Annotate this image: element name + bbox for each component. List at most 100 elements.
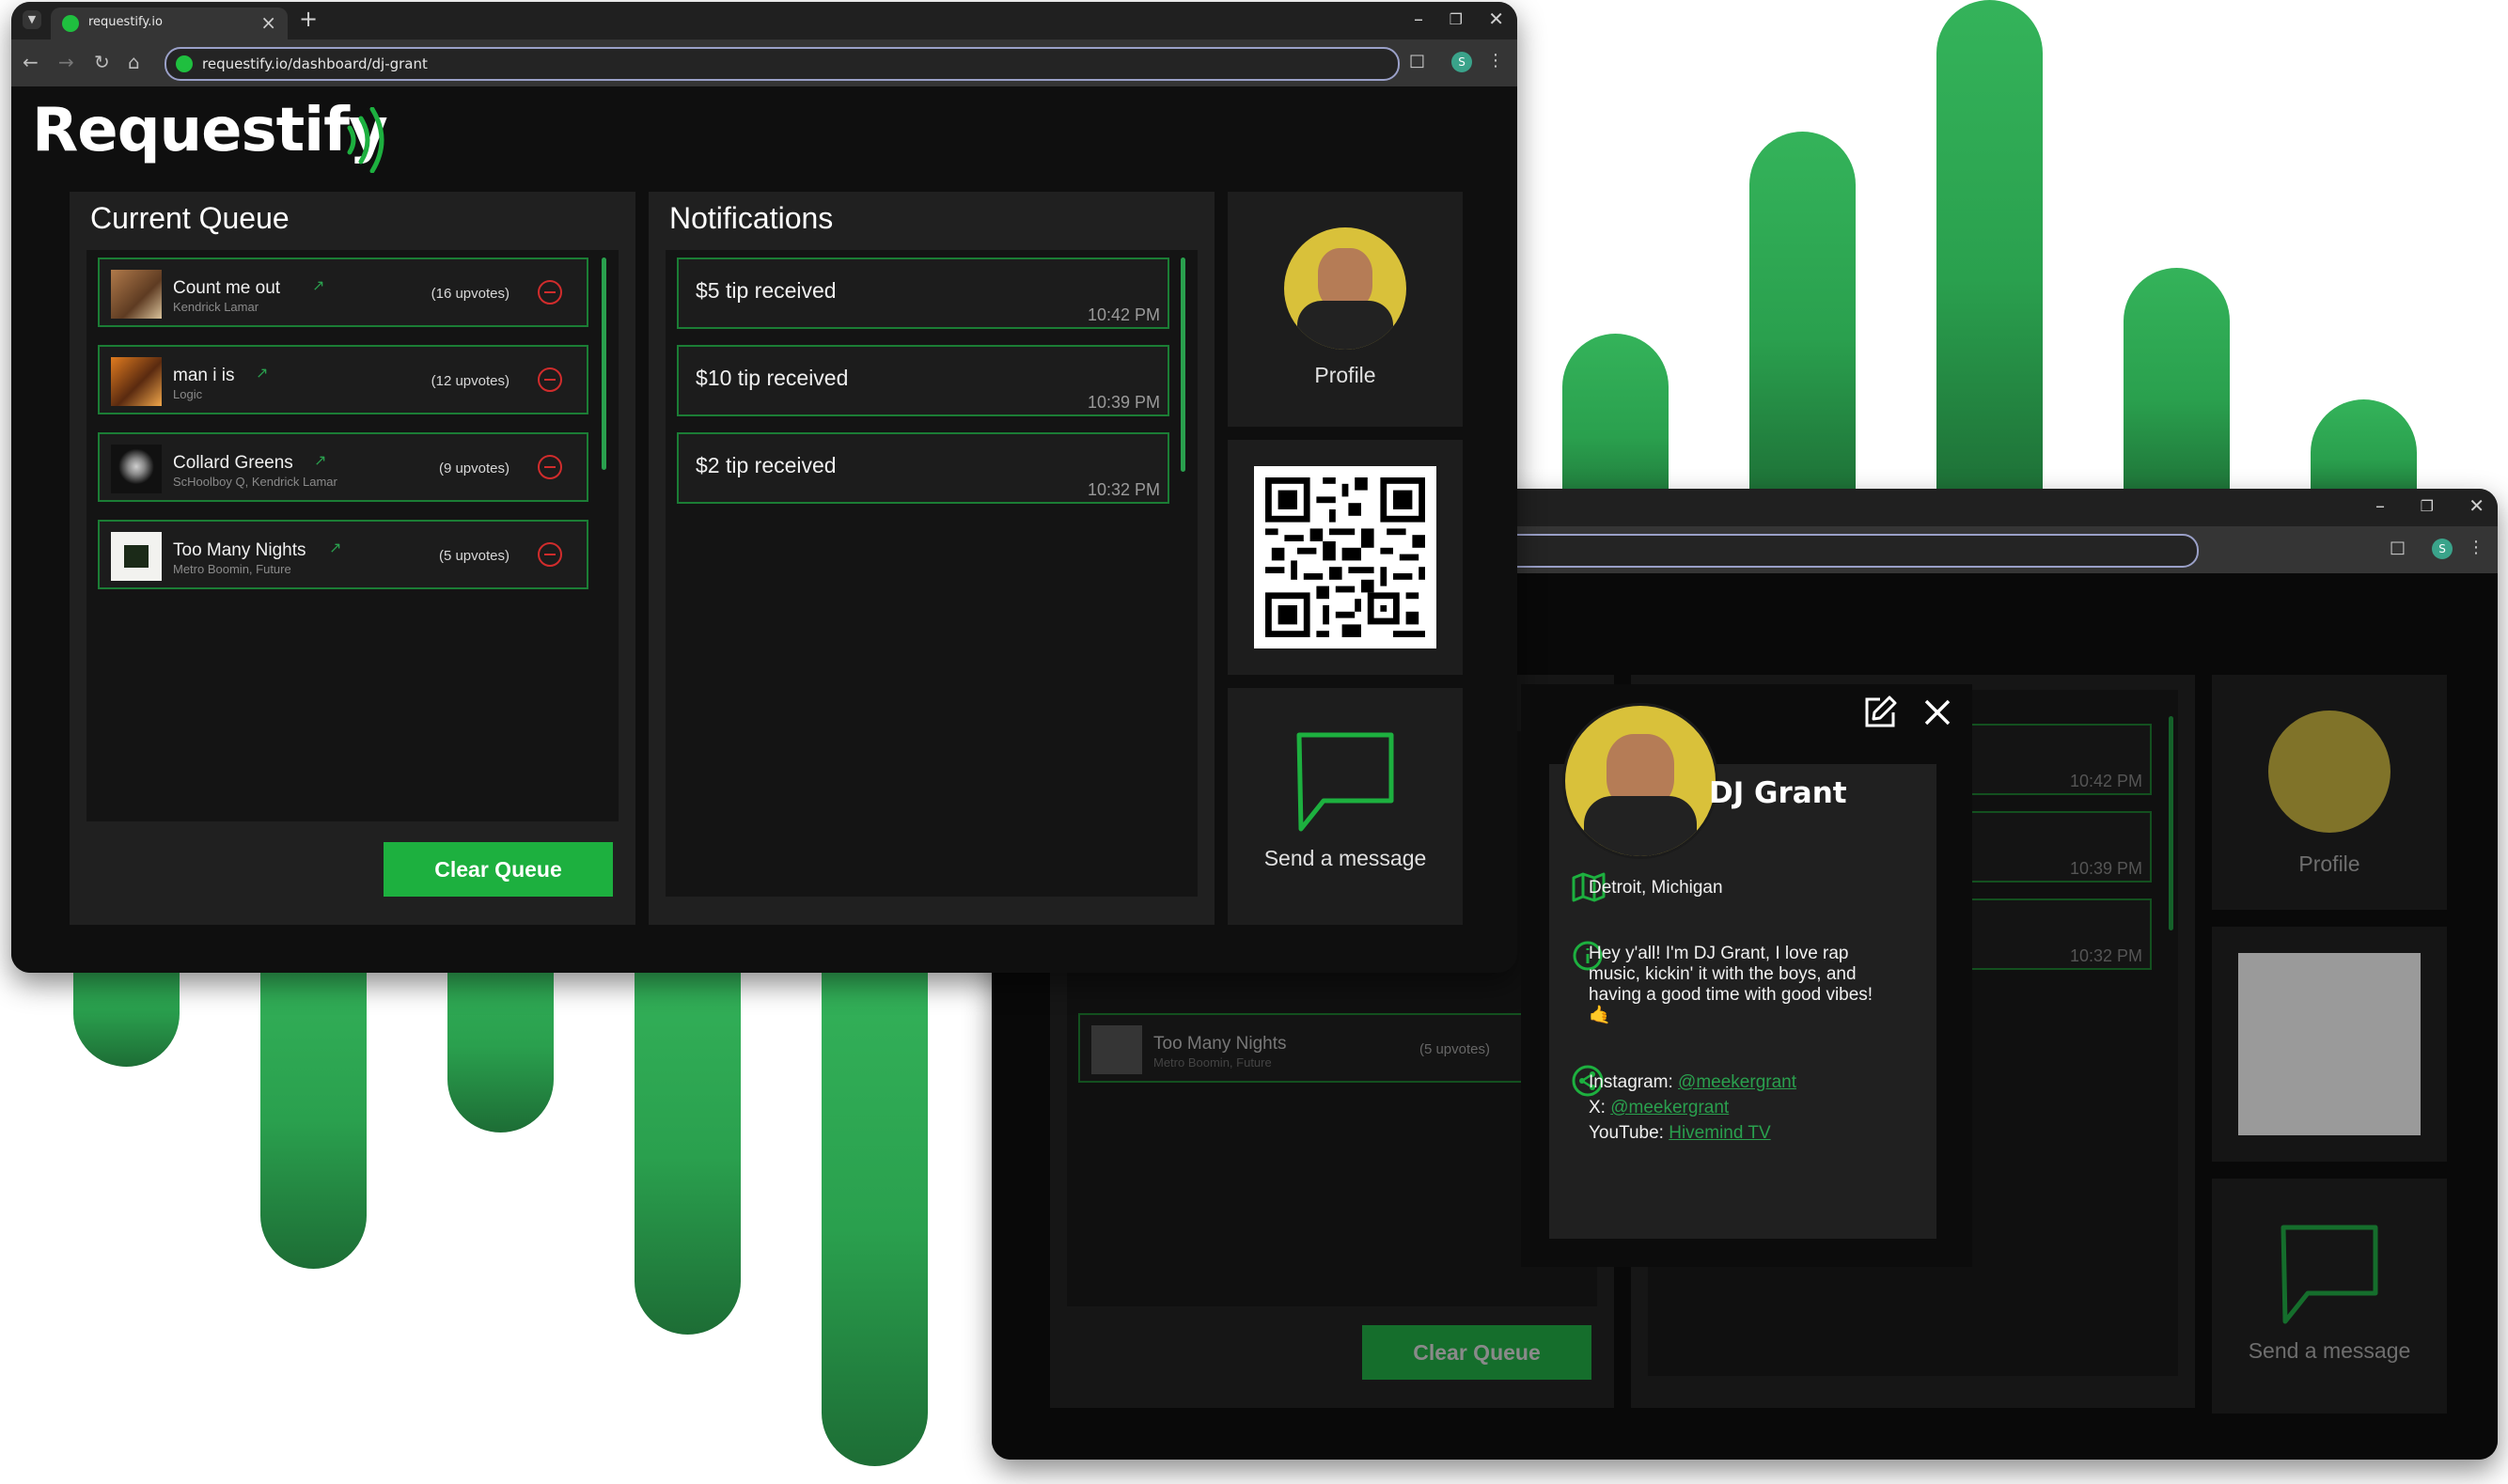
close-icon[interactable]: ✕ — [1488, 8, 1504, 30]
minimize-icon[interactable]: – — [2375, 494, 2385, 517]
remove-icon[interactable] — [538, 280, 562, 305]
clear-queue-button[interactable]: Clear Queue — [384, 842, 613, 897]
scrollbar[interactable] — [602, 258, 606, 470]
home-icon[interactable]: ⌂ — [128, 51, 140, 73]
notification-text: $5 tip received — [696, 278, 837, 303]
external-link-icon[interactable]: ↗ — [256, 364, 268, 382]
decorative-bar — [822, 940, 928, 1466]
profile-avatar-icon[interactable]: S — [1451, 52, 1472, 72]
send-message-card[interactable]: Send a message — [1228, 688, 1463, 925]
tab-strip: ▼ requestify.io × + – ❐ ✕ — [11, 2, 1517, 39]
restore-icon[interactable]: ❐ — [1450, 10, 1463, 28]
qr-card[interactable] — [1228, 440, 1463, 675]
toolbar: ← → ↻ ⌂ requestify.io/dashboard/dj-grant… — [11, 39, 1517, 86]
close-tab-icon[interactable]: × — [260, 11, 276, 34]
upvote-count: (9 upvotes) — [438, 461, 509, 476]
profile-card[interactable]: Profile — [1228, 192, 1463, 427]
upvote-count: (5 upvotes) — [438, 548, 509, 564]
dashboard-page: Requestify Current Queue Count me out Ke… — [11, 86, 1517, 973]
song-title: Collard Greens — [173, 453, 293, 473]
close-icon[interactable] — [1922, 697, 1952, 727]
profile-avatar-icon[interactable]: S — [2432, 539, 2453, 559]
album-art — [111, 445, 162, 493]
scrollbar[interactable] — [1181, 258, 1185, 472]
profile-modal: DJ Grant Detroit, Michigan Hey y'all! I'… — [1521, 684, 1972, 1267]
album-art — [111, 532, 162, 581]
edit-icon[interactable] — [1861, 694, 1899, 731]
x-link[interactable]: @meekergrant — [1610, 1098, 1729, 1117]
tab-title: requestify.io — [88, 15, 163, 29]
plus-icon[interactable]: + — [299, 6, 318, 32]
external-link-icon[interactable]: ↗ — [329, 539, 341, 556]
instagram-link[interactable]: @meekergrant — [1678, 1072, 1796, 1092]
external-link-icon[interactable]: ↗ — [312, 276, 324, 294]
notifications-title: Notifications — [669, 201, 834, 235]
notification-time: 10:42 PM — [1087, 305, 1160, 324]
site-favicon-icon — [62, 15, 79, 32]
forward-icon[interactable]: → — [58, 51, 74, 73]
extensions-icon[interactable]: □ — [2390, 538, 2406, 557]
remove-icon[interactable] — [538, 367, 562, 392]
song-artist: Metro Boomin, Future — [1153, 1055, 1272, 1070]
notification-text: $2 tip received — [696, 453, 837, 477]
menu-icon[interactable]: ⋮ — [1487, 51, 1504, 70]
notifications-panel: Notifications $5 tip received 10:42 PM $… — [649, 192, 1215, 925]
extensions-icon[interactable]: □ — [1409, 51, 1425, 70]
location-text: Detroit, Michigan — [1589, 878, 1723, 898]
song-artist: ScHoolboy Q, Kendrick Lamar — [173, 475, 337, 489]
song-artist: Logic — [173, 387, 203, 401]
back-icon[interactable]: ← — [23, 51, 39, 73]
queue-item[interactable]: Too Many Nights Metro Boomin, Future ↗ (… — [98, 520, 588, 589]
notification-time: 10:32 PM — [2069, 946, 2142, 965]
profile-card[interactable]: Profile — [2212, 675, 2447, 910]
queue-item[interactable]: Count me out Kendrick Lamar ↗ (16 upvote… — [98, 258, 588, 327]
queue-item[interactable]: Collard Greens ScHoolboy Q, Kendrick Lam… — [98, 432, 588, 502]
notification-item: $2 tip received 10:32 PM — [677, 432, 1169, 504]
clear-queue-button[interactable]: Clear Queue — [1362, 1325, 1591, 1380]
qr-card[interactable] — [2212, 927, 2447, 1162]
instagram-label: Instagram: — [1589, 1072, 1673, 1092]
qr-code — [1254, 466, 1436, 648]
remove-icon[interactable] — [538, 542, 562, 567]
tab-menu-icon[interactable]: ▼ — [23, 10, 41, 29]
reload-icon[interactable]: ↻ — [94, 51, 110, 73]
external-link-icon[interactable]: ↗ — [314, 451, 326, 469]
album-art — [1091, 1025, 1142, 1074]
notification-text: $10 tip received — [696, 366, 849, 390]
song-artist: Metro Boomin, Future — [173, 562, 291, 576]
restore-icon[interactable]: ❐ — [2421, 497, 2434, 515]
scrollbar[interactable] — [2169, 716, 2173, 930]
decorative-bar — [1749, 132, 1856, 508]
queue-item[interactable]: man i is Logic ↗ (12 upvotes) — [98, 345, 588, 414]
avatar-shirt — [1297, 301, 1393, 350]
menu-icon[interactable]: ⋮ — [2468, 538, 2484, 557]
queue-title: Current Queue — [90, 201, 290, 235]
notification-time: 10:32 PM — [1087, 480, 1160, 499]
address-bar[interactable]: requestify.io/dashboard/dj-grant — [165, 47, 1400, 81]
queue-list: Count me out Kendrick Lamar ↗ (16 upvote… — [86, 250, 619, 821]
close-icon[interactable]: ✕ — [2469, 494, 2484, 517]
dj-name: DJ Grant — [1709, 776, 1847, 810]
qr-code — [2238, 953, 2421, 1135]
notification-time: 10:39 PM — [1087, 393, 1160, 412]
song-title: Too Many Nights — [1153, 1034, 1287, 1054]
chat-bubble-icon — [2281, 1225, 2378, 1324]
remove-icon[interactable] — [538, 455, 562, 479]
song-artist: Kendrick Lamar — [173, 300, 259, 314]
notification-list: $5 tip received 10:42 PM $10 tip receive… — [666, 250, 1198, 897]
send-message-label: Send a message — [2248, 1338, 2411, 1363]
youtube-link[interactable]: Hivemind TV — [1669, 1123, 1770, 1143]
queue-item[interactable]: Too Many Nights Metro Boomin, Future (5 … — [1078, 1013, 1569, 1083]
queue-panel: Current Queue Count me out Kendrick Lama… — [70, 192, 635, 925]
notification-item: $10 tip received 10:39 PM — [677, 345, 1169, 416]
youtube-label: YouTube: — [1589, 1123, 1664, 1143]
social-links: Instagram: @meekergrant X: @meekergrant … — [1589, 1070, 1796, 1146]
notification-time: 10:39 PM — [2069, 859, 2142, 878]
app-logo: Requestify — [32, 96, 388, 165]
minimize-icon[interactable]: – — [1414, 8, 1423, 30]
decorative-bar — [2124, 268, 2230, 508]
send-message-card[interactable]: Send a message — [2212, 1179, 2447, 1414]
profile-avatar — [1284, 227, 1406, 350]
song-title: man i is — [173, 366, 235, 385]
browser-tab[interactable]: requestify.io × — [51, 8, 288, 39]
